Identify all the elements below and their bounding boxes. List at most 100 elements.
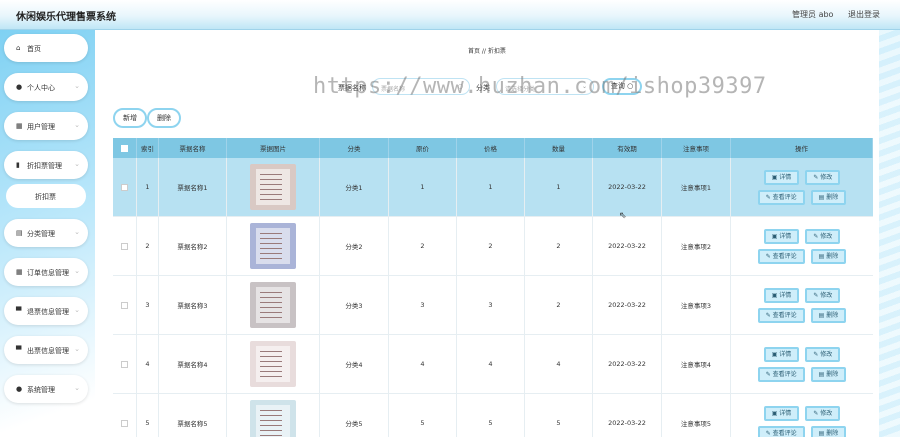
sidebar-item-label: 系统管理 — [27, 386, 55, 394]
cell-name: 票据名称5 — [159, 394, 227, 437]
grid-icon: ▦ — [16, 122, 23, 130]
admin-user-label: 管理员 abo — [792, 10, 834, 19]
cell-price: 3 — [457, 276, 525, 334]
sidebar-item[interactable]: ▀ 退票信息管理 ⌄ — [4, 297, 88, 325]
cell-index: 3 — [137, 276, 159, 334]
ticket-image[interactable] — [250, 223, 296, 269]
column-header: 索引 — [137, 138, 159, 158]
row-checkbox[interactable] — [121, 183, 128, 191]
view-comments-button[interactable]: ✎ 查看评论 — [757, 425, 805, 437]
row-select-cell — [113, 276, 137, 334]
row-delete-button[interactable]: ▤ 删除 — [810, 425, 847, 437]
chevron-down-icon: ⌄ — [74, 228, 80, 236]
view-comments-button[interactable]: ✎ 查看评论 — [757, 307, 805, 323]
edit-label: 修改 — [820, 232, 833, 240]
ticket-image[interactable] — [250, 164, 296, 210]
cell-category: 分类3 — [320, 276, 389, 334]
row-checkbox[interactable] — [121, 301, 128, 309]
cell-orig: 3 — [389, 276, 457, 334]
column-header: 票据名称 — [159, 138, 227, 158]
cell-qty: 2 — [525, 276, 593, 334]
app-title: 休闲娱乐代理售票系统 — [16, 12, 116, 23]
sidebar-item[interactable]: ⌂ 首页 — [4, 34, 88, 62]
sidebar-item[interactable]: ▦ 用户管理 ⌄ — [4, 112, 88, 140]
edit-button[interactable]: ✎ 修改 — [805, 228, 841, 244]
table-row[interactable]: 5 票据名称5 分类5 5 5 5 2022-03-22 注意事项5 ▣ 详情 ✎ 修改 ✎ 查看评… — [113, 394, 873, 437]
detail-button[interactable]: ▣ 详情 — [763, 346, 800, 362]
row-delete-button[interactable]: ▤ 删除 — [810, 248, 847, 264]
sidebar-item[interactable]: ▦ 订单信息管理 ⌄ — [4, 258, 88, 286]
sidebar-subitem-discount-ticket[interactable]: 折扣票 — [6, 184, 86, 208]
sidebar-item[interactable]: ▮ 折扣票管理 ⌄ — [4, 151, 88, 179]
cell-note: 注意事项4 — [662, 335, 731, 393]
cell-price: 2 — [457, 217, 525, 275]
cell-category: 分类2 — [320, 217, 389, 275]
sidebar-item[interactable]: ▤ 分类管理 ⌄ — [4, 219, 88, 247]
table-row[interactable]: 4 票据名称4 分类4 4 4 4 2022-03-22 注意事项4 ▣ 详情 ✎ 修改 ✎ 查看评… — [113, 335, 873, 394]
delete-label: 删除 — [826, 252, 839, 260]
cell-valid: 2022-03-22 — [593, 276, 662, 334]
sidebar: ⌂ 首页 ● 个人中心 ⌄ ▦ 用户管理 ⌄ ▮ 折扣票管理 ⌄ 折扣票 ▤ 分类管理 ⌄ ▦ 订单信息管理 ⌄ ▀… — [4, 34, 90, 414]
detail-button[interactable]: ▣ 详情 — [763, 405, 800, 421]
select-all-cell — [113, 138, 137, 158]
chevron-down-icon: ⌄ — [74, 160, 80, 168]
detail-button[interactable]: ▣ 详情 — [763, 287, 800, 303]
grid-icon: ▦ — [16, 268, 23, 276]
chart-icon: ▮ — [16, 161, 20, 169]
column-header: 原价 — [389, 138, 457, 158]
ticket-image[interactable] — [250, 282, 296, 328]
view-comments-button[interactable]: ✎ 查看评论 — [757, 366, 805, 382]
row-delete-button[interactable]: ▤ 删除 — [810, 189, 847, 205]
row-select-cell — [113, 394, 137, 437]
edit-button[interactable]: ✎ 修改 — [805, 405, 841, 421]
chevron-down-icon: ⌄ — [74, 345, 80, 353]
operations-cell: ▣ 详情 ✎ 修改 ✎ 查看评论 ▤ 删除 — [731, 394, 873, 437]
ticket-image-cell — [227, 394, 320, 437]
operations-cell: ▣ 详情 ✎ 修改 ✎ 查看评论 ▤ 删除 — [731, 158, 873, 216]
row-checkbox[interactable] — [121, 242, 128, 250]
detail-button[interactable]: ▣ 详情 — [763, 228, 800, 244]
edit-button[interactable]: ✎ 修改 — [805, 169, 841, 185]
sidebar-item[interactable]: ● 个人中心 ⌄ — [4, 73, 88, 101]
view-comments-button[interactable]: ✎ 查看评论 — [757, 189, 805, 205]
row-delete-button[interactable]: ▤ 删除 — [810, 366, 847, 382]
select-all-checkbox[interactable] — [121, 144, 128, 152]
operations-cell: ▣ 详情 ✎ 修改 ✎ 查看评论 ▤ 删除 — [731, 276, 873, 334]
ticket-image-cell — [227, 276, 320, 334]
table-row[interactable]: 1 票据名称1 分类1 1 1 1 2022-03-22 注意事项1 ▣ 详情 ✎ 修改 ✎ 查看评… — [113, 158, 873, 217]
cell-note: 注意事项2 — [662, 217, 731, 275]
sidebar-item[interactable]: ● 系统管理 ⌄ — [4, 375, 88, 403]
edit-button[interactable]: ✎ 修改 — [805, 287, 841, 303]
cell-name: 票据名称1 — [159, 158, 227, 216]
sidebar-item-label: 用户管理 — [27, 123, 55, 131]
cell-orig: 2 — [389, 217, 457, 275]
cell-qty: 4 — [525, 335, 593, 393]
sidebar-item-label: 首页 — [27, 45, 41, 53]
monitor-icon: ▀ — [16, 346, 22, 354]
row-delete-button[interactable]: ▤ 删除 — [810, 307, 847, 323]
cell-orig: 4 — [389, 335, 457, 393]
add-button[interactable]: 新增 — [113, 108, 147, 128]
row-checkbox[interactable] — [121, 360, 128, 368]
cell-name: 票据名称4 — [159, 335, 227, 393]
ticket-image[interactable] — [250, 400, 296, 437]
edit-label: 修改 — [820, 173, 833, 181]
view-comments-button[interactable]: ✎ 查看评论 — [757, 248, 805, 264]
detail-label: 详情 — [779, 291, 792, 299]
chevron-down-icon: ⌄ — [74, 306, 80, 314]
column-header: 操作 — [731, 138, 873, 158]
cell-category: 分类5 — [320, 394, 389, 437]
detail-button[interactable]: ▣ 详情 — [763, 169, 800, 185]
ticket-image[interactable] — [250, 341, 296, 387]
delete-selected-button[interactable]: 删除 — [147, 108, 181, 128]
table-row[interactable]: 3 票据名称3 分类3 3 3 2 2022-03-22 注意事项3 ▣ 详情 ✎ 修改 ✎ 查看评… — [113, 276, 873, 335]
list-icon: ▤ — [16, 229, 23, 237]
edit-button[interactable]: ✎ 修改 — [805, 346, 841, 362]
logout-link[interactable]: 退出登录 — [848, 10, 880, 19]
table-row[interactable]: 2 票据名称2 分类2 2 2 2 2022-03-22 注意事项2 ▣ 详情 ✎ 修改 ✎ 查看评… — [113, 217, 873, 276]
delete-label: 删除 — [826, 370, 839, 378]
cell-name: 票据名称2 — [159, 217, 227, 275]
cell-price: 4 — [457, 335, 525, 393]
row-checkbox[interactable] — [121, 419, 128, 427]
sidebar-item[interactable]: ▀ 出票信息管理 ⌄ — [4, 336, 88, 364]
